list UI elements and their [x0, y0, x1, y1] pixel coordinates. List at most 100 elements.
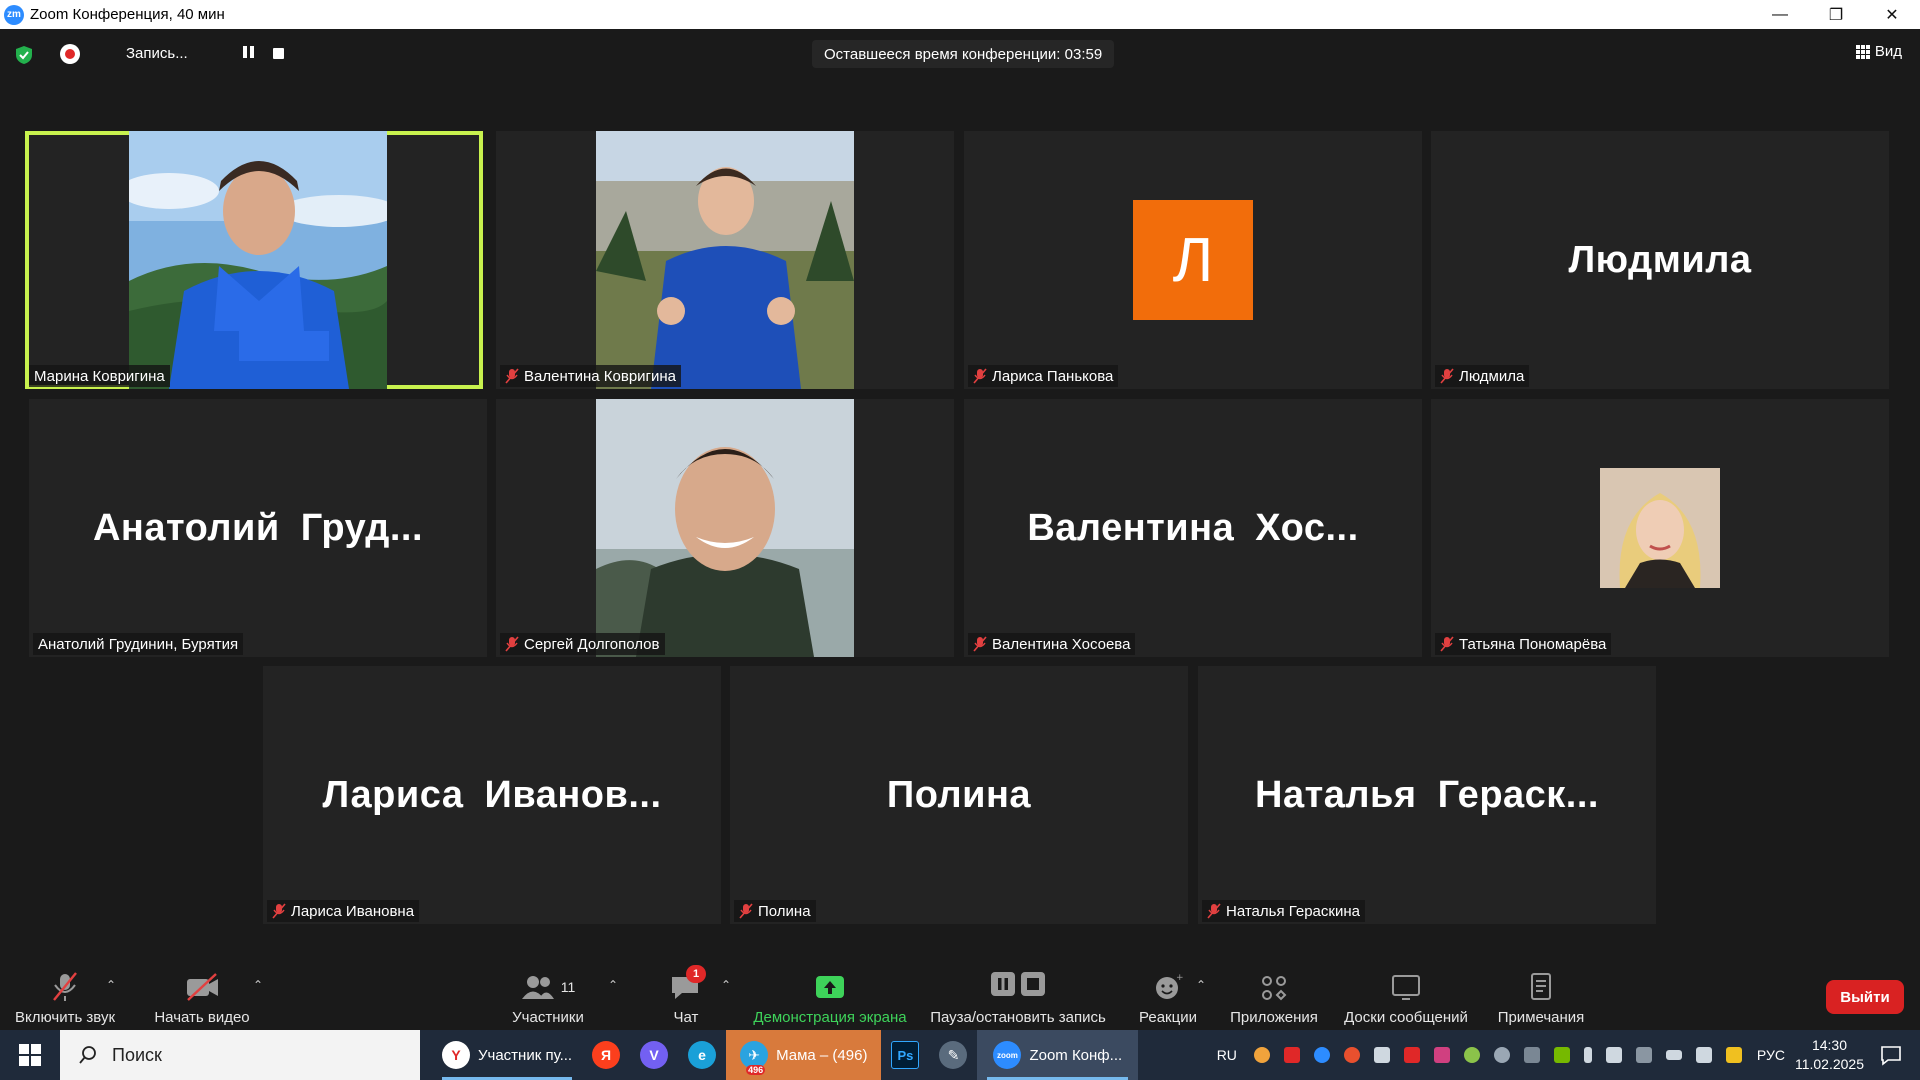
- svg-text:+: +: [1176, 973, 1184, 983]
- tray-camera-icon[interactable]: [1523, 1047, 1540, 1063]
- whiteboards-label: Доски сообщений: [1344, 1009, 1468, 1026]
- photoshop-icon: Ps: [891, 1041, 920, 1069]
- participant-avatar-photo: [1600, 468, 1720, 588]
- audio-options-chevron-icon[interactable]: ⌃: [106, 978, 116, 992]
- recording-indicator-icon: [60, 44, 80, 64]
- mic-muted-icon: [739, 903, 753, 919]
- mic-muted-icon: [1440, 368, 1454, 384]
- tray-app-icon[interactable]: [1373, 1047, 1390, 1063]
- system-tray: RU РУС 14:30 11.02.2025: [1217, 1030, 1920, 1080]
- share-screen-icon: [816, 976, 844, 998]
- apps-button[interactable]: Приложения: [1224, 955, 1324, 1030]
- tray-app-icon[interactable]: [1253, 1047, 1270, 1063]
- tray-battery-icon[interactable]: [1665, 1050, 1682, 1060]
- video-tile-tatyana[interactable]: Татьяна Пономарёва: [1431, 399, 1889, 657]
- pause-stop-recording-button[interactable]: Пауза/остановить запись: [928, 955, 1108, 1030]
- participant-name: Валентина Хосоева: [992, 635, 1131, 653]
- reactions-button[interactable]: + Реакции: [1130, 955, 1206, 1030]
- participants-button[interactable]: 11 Участники: [500, 955, 596, 1030]
- participant-display-name: Лариса Иванов...: [322, 773, 662, 816]
- tray-app-icon[interactable]: [1433, 1047, 1450, 1063]
- whiteboards-button[interactable]: Доски сообщений: [1336, 955, 1476, 1030]
- video-tile-valentina-h[interactable]: Валентина Хос... Валентина Хосоева: [964, 399, 1422, 657]
- notifications-icon[interactable]: [1880, 1044, 1902, 1066]
- clock-date: 11.02.2025: [1794, 1056, 1864, 1072]
- taskbar-search-box[interactable]: Поиск: [60, 1030, 420, 1080]
- tray-cloud-icon[interactable]: [1493, 1047, 1510, 1063]
- taskbar-app-viber[interactable]: V: [630, 1030, 678, 1080]
- share-screen-button[interactable]: Демонстрация экрана: [748, 955, 912, 1030]
- video-options-chevron-icon[interactable]: ⌃: [253, 978, 263, 992]
- participants-chevron-icon[interactable]: ⌃: [608, 978, 618, 992]
- tray-display-icon[interactable]: [1635, 1047, 1652, 1063]
- taskbar-app-editor[interactable]: ✎: [929, 1030, 977, 1080]
- taskbar-app-edge[interactable]: e: [678, 1030, 726, 1080]
- tray-zoom-icon[interactable]: [1313, 1047, 1330, 1063]
- tray-volume-icon[interactable]: [1695, 1047, 1712, 1063]
- view-button[interactable]: Вид: [1855, 43, 1902, 60]
- tray-wifi-icon[interactable]: [1605, 1047, 1622, 1063]
- minimize-button[interactable]: —: [1752, 0, 1808, 29]
- notes-button[interactable]: Примечания: [1490, 955, 1592, 1030]
- input-language[interactable]: РУС: [1757, 1047, 1785, 1063]
- chat-button[interactable]: 1 Чат: [660, 955, 712, 1030]
- stop-recording-icon[interactable]: [273, 48, 284, 59]
- leave-meeting-button[interactable]: Выйти: [1826, 980, 1904, 1014]
- mic-muted-icon: [505, 636, 519, 652]
- video-tile-anatoly[interactable]: Анатолий Груд... Анатолий Грудинин, Буря…: [29, 399, 487, 657]
- security-shield-icon[interactable]: [14, 45, 34, 65]
- taskbar-app-yandex[interactable]: Я: [582, 1030, 630, 1080]
- participant-name: Валентина Ковригина: [524, 367, 677, 385]
- participant-name: Сергей Долгополов: [524, 635, 660, 653]
- taskbar-app-telegram[interactable]: ✈ 496 Мама – (496): [726, 1030, 882, 1080]
- participant-name: Людмила: [1459, 367, 1525, 385]
- participant-display-name: Полина: [886, 773, 1032, 816]
- tray-app-icon[interactable]: [1343, 1047, 1360, 1063]
- participant-video: [596, 399, 854, 657]
- taskbar-app-photoshop[interactable]: Ps: [881, 1030, 929, 1080]
- unmute-label: Включить звук: [14, 1009, 116, 1026]
- video-tile-sergey[interactable]: Сергей Долгополов: [496, 399, 954, 657]
- taskbar-clock[interactable]: 14:30 11.02.2025: [1795, 1036, 1864, 1074]
- tray-app-icon[interactable]: [1725, 1047, 1742, 1063]
- tray-microphone-icon[interactable]: [1583, 1047, 1592, 1063]
- telegram-icon: ✈ 496: [740, 1041, 769, 1075]
- video-tile-larisa-p[interactable]: Л Лариса Панькова: [964, 131, 1422, 389]
- input-language-short[interactable]: RU: [1217, 1047, 1237, 1063]
- mic-muted-icon: [973, 368, 987, 384]
- start-video-button[interactable]: Начать видео: [148, 955, 256, 1030]
- recording-label: Запись...: [126, 45, 188, 62]
- start-button[interactable]: [0, 1030, 60, 1080]
- close-button[interactable]: ✕: [1864, 0, 1920, 29]
- taskbar-app-yandex-browser[interactable]: Y Участник пу...: [432, 1030, 582, 1080]
- viber-icon: V: [640, 1041, 669, 1069]
- video-tile-lyudmila[interactable]: Людмила Людмила: [1431, 131, 1889, 389]
- tray-app-icon[interactable]: [1283, 1047, 1300, 1063]
- pause-recording-icon[interactable]: [243, 46, 255, 60]
- meeting-toolbar: Включить звук ⌃ Начать видео ⌃ 11 Участн…: [0, 955, 1920, 1030]
- tray-nvidia-icon[interactable]: [1553, 1047, 1570, 1063]
- reactions-chevron-icon[interactable]: ⌃: [1196, 978, 1206, 992]
- taskbar-app-zoom[interactable]: zoom Zoom Конф...: [977, 1030, 1139, 1080]
- unmute-button[interactable]: Включить звук: [10, 955, 120, 1030]
- participants-icon: [521, 976, 554, 999]
- mic-muted-icon: [505, 368, 519, 384]
- participant-name-tag: Анатолий Грудинин, Бурятия: [33, 633, 244, 655]
- restore-button[interactable]: ❐: [1808, 0, 1864, 29]
- zoom-icon: zoom: [993, 1041, 1022, 1069]
- participant-video: [129, 131, 387, 389]
- participant-name-tag: Марина Ковригина: [29, 365, 170, 387]
- video-tile-marina[interactable]: Марина Ковригина: [25, 131, 483, 389]
- video-tile-larisa-i[interactable]: Лариса Иванов... Лариса Ивановна: [263, 666, 721, 924]
- participant-name: Анатолий Грудинин, Бурятия: [38, 635, 239, 653]
- participant-name-tag: Валентина Ковригина: [500, 365, 682, 387]
- video-tile-polina[interactable]: Полина Полина: [730, 666, 1188, 924]
- tray-app-icon[interactable]: [1403, 1047, 1420, 1063]
- chat-chevron-icon[interactable]: ⌃: [721, 978, 731, 992]
- video-tile-natalya[interactable]: Наталья Гераск... Наталья Гераскина: [1198, 666, 1656, 924]
- video-off-icon: [187, 973, 218, 1001]
- participant-name: Лариса Панькова: [992, 367, 1114, 385]
- video-tile-valentina-k[interactable]: Валентина Ковригина: [496, 131, 954, 389]
- tray-app-icon[interactable]: [1463, 1047, 1480, 1063]
- participant-name: Татьяна Пономарёва: [1459, 635, 1607, 653]
